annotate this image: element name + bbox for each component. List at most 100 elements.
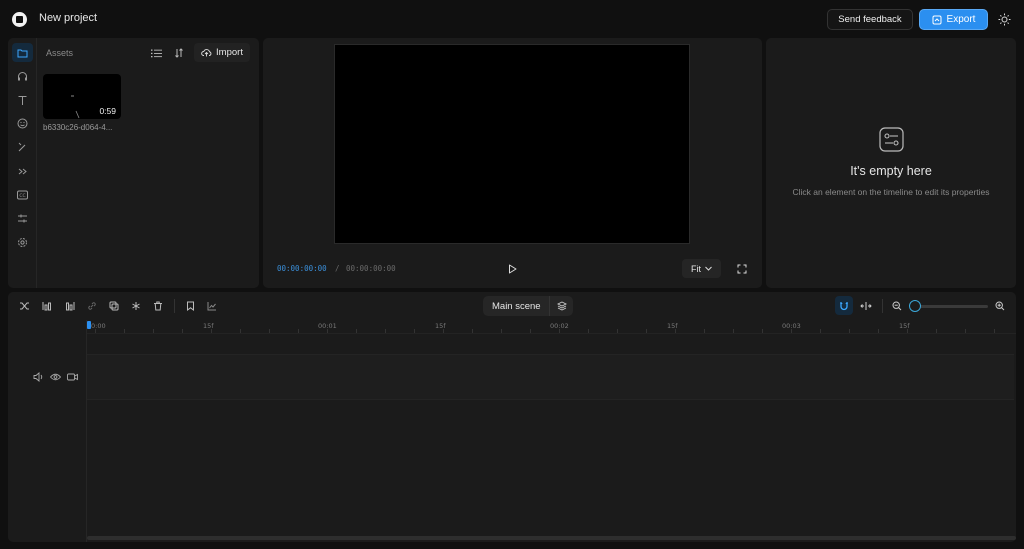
sidebar-item-transitions[interactable] <box>15 164 30 179</box>
ruler-label: 0:00 <box>91 322 106 330</box>
fit-timeline-button[interactable] <box>859 299 873 313</box>
timeline-toolbar: Main scene <box>8 292 1016 320</box>
ruler-tick <box>675 329 676 333</box>
ruler-tick <box>385 329 386 333</box>
scene-layers-button[interactable] <box>549 296 573 316</box>
asset-thumbnail[interactable]: 0:59 <box>43 74 121 119</box>
bookmark-button[interactable] <box>183 299 197 313</box>
ruler-tick <box>153 329 154 333</box>
theme-toggle-button[interactable] <box>996 11 1012 27</box>
properties-panel: It's empty here Click an element on the … <box>766 38 1016 288</box>
import-button[interactable]: Import <box>194 43 250 62</box>
play-button[interactable] <box>505 262 519 276</box>
zoom-in-icon <box>995 301 1005 311</box>
scene-label: Main scene <box>492 300 541 312</box>
ruler-tick <box>588 329 589 333</box>
list-icon <box>150 49 162 57</box>
sidebar-item-stickers[interactable] <box>15 116 30 131</box>
time-separator: / <box>335 264 340 273</box>
align-left-button[interactable] <box>40 299 54 313</box>
delete-button[interactable] <box>151 299 165 313</box>
copy-icon <box>109 301 119 311</box>
snap-toggle-button[interactable] <box>835 296 853 315</box>
playhead[interactable] <box>87 321 91 329</box>
zoom-slider-thumb[interactable] <box>909 300 921 312</box>
fit-dropdown[interactable]: Fit <box>682 259 721 278</box>
send-feedback-button[interactable]: Send feedback <box>827 9 913 30</box>
timeline-ruler[interactable]: 0:00 15f 00:01 15f 00:02 15f 00:03 15f <box>87 320 1016 334</box>
total-time: 00:00:00:00 <box>346 264 396 273</box>
assets-panel: CC Assets Import 0:59 b6330c26-d064-4... <box>8 38 259 288</box>
zoom-out-button[interactable] <box>890 299 904 313</box>
speaker-icon <box>33 371 43 382</box>
sidebar-item-media[interactable] <box>12 43 33 62</box>
ruler-tick <box>298 329 299 333</box>
sidebar-item-settings[interactable] <box>15 235 30 250</box>
freeze-button[interactable] <box>129 299 143 313</box>
svg-text:CC: CC <box>19 193 25 199</box>
ruler-tick <box>762 329 763 333</box>
list-view-button[interactable] <box>149 46 163 60</box>
track-video-button[interactable] <box>67 371 78 382</box>
ruler-tick <box>936 329 937 333</box>
sidebar-item-adjust[interactable] <box>15 211 30 226</box>
ruler-tick <box>414 329 415 333</box>
export-button[interactable]: Export <box>919 9 988 30</box>
ruler-tick <box>791 329 792 333</box>
ruler-tick <box>124 329 125 333</box>
empty-state-title: It's empty here <box>850 164 932 178</box>
side-rail: CC <box>8 38 37 288</box>
preview-canvas[interactable] <box>334 44 690 244</box>
sidebar-item-text[interactable] <box>15 93 30 108</box>
chart-button[interactable] <box>205 299 219 313</box>
ruler-tick <box>182 329 183 333</box>
zoom-slider-track[interactable] <box>912 305 988 308</box>
app-logo[interactable] <box>12 12 27 27</box>
import-label: Import <box>216 47 243 58</box>
magic-wand-icon <box>18 142 26 152</box>
magnet-icon <box>840 301 848 310</box>
sidebar-item-audio[interactable] <box>15 69 30 84</box>
zoom-in-button[interactable] <box>993 299 1007 313</box>
ruler-tick <box>530 329 531 333</box>
transitions-icon <box>18 168 27 175</box>
ruler-tick <box>965 329 966 333</box>
scene-selector[interactable]: Main scene <box>483 296 573 316</box>
toolbar-divider <box>174 299 175 313</box>
link-button[interactable] <box>85 299 99 313</box>
preview-panel: 00:00:00:00 / 00:00:00:00 Fit <box>263 38 762 288</box>
toolbar-divider <box>882 299 883 313</box>
duplicate-button[interactable] <box>107 299 121 313</box>
emoji-icon <box>17 118 28 129</box>
project-title[interactable]: New project <box>39 12 97 24</box>
ruler-tick <box>472 329 473 333</box>
bookmark-icon <box>186 301 194 311</box>
ruler-tick <box>356 329 357 333</box>
sort-button[interactable] <box>172 46 186 60</box>
hide-track-button[interactable] <box>50 371 61 382</box>
fullscreen-icon <box>737 264 747 274</box>
timeline-panel: Main scene 0:00 15f 00:01 15f 00:02 15f … <box>8 292 1016 542</box>
mute-track-button[interactable] <box>33 371 44 382</box>
ruler-tick <box>646 329 647 333</box>
snowflake-icon <box>132 302 140 310</box>
align-right-button[interactable] <box>63 299 77 313</box>
ruler-tick <box>443 329 444 333</box>
track-controls <box>33 371 78 382</box>
align-bottom-left-icon <box>42 302 51 311</box>
track-row[interactable] <box>87 354 1014 400</box>
split-button[interactable] <box>17 299 31 313</box>
sidebar-item-effects[interactable] <box>15 140 30 155</box>
sort-icon <box>175 48 183 58</box>
sun-icon <box>998 13 1010 25</box>
video-camera-icon <box>67 373 78 380</box>
ruler-tick <box>704 329 705 333</box>
export-label: Export <box>946 14 976 25</box>
fullscreen-button[interactable] <box>735 262 749 276</box>
sidebar-item-captions[interactable]: CC <box>15 187 30 202</box>
horizontal-scrollbar[interactable] <box>87 536 1016 540</box>
ruler-tick <box>907 329 908 333</box>
fit-label: Fit <box>691 263 701 274</box>
ruler-tick <box>501 329 502 333</box>
folder-icon <box>17 49 28 57</box>
